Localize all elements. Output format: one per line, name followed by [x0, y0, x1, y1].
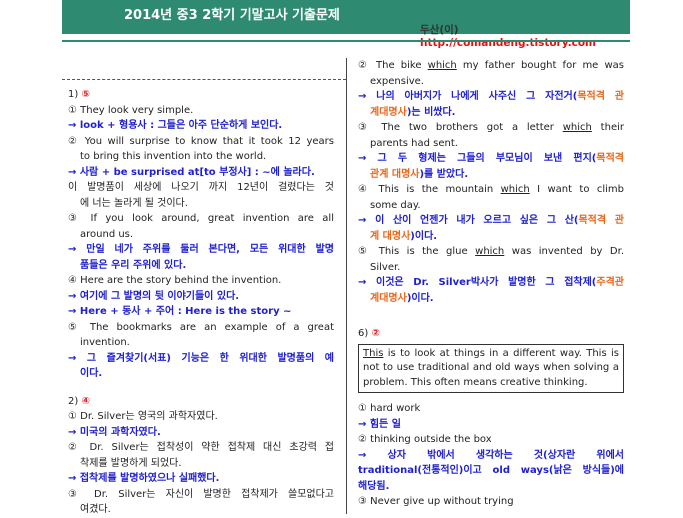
answer-mark: ④	[81, 395, 90, 407]
text-line: ④ Here are the story behind the inventio…	[68, 275, 282, 286]
blog-url[interactable]: http://comandeng.tistory.com	[420, 37, 596, 49]
option-line: ③ Never give up without trying	[358, 496, 514, 507]
explanation-line: 해당됨.	[358, 480, 390, 492]
explanation-line: → 힘든 일	[358, 418, 401, 430]
text-line: ④ This is the mountain which I want to c…	[358, 184, 624, 195]
section-divider	[62, 79, 346, 80]
explanation-line: traditional(전통적인)이고 old ways(낡은 방식들)에	[358, 465, 624, 476]
text-line: 착제를 발명하게 되었다.	[80, 457, 182, 469]
explanation-line: → 만일 네가 주위를 둘러 본다면, 모든 위대한 발명	[68, 244, 334, 255]
text-line: ③ The two brothers got a letter which th…	[358, 122, 624, 133]
text-line: ③ Dr. Silver는 자신이 발명한 접착제가 쓸모없다고	[68, 488, 334, 500]
answer-mark: ②	[371, 328, 380, 339]
answer-mark: ⑤	[81, 89, 90, 100]
passage-box: This is to look at things in a different…	[358, 343, 624, 393]
right-column: ② The bike which my father bought for me…	[358, 58, 624, 510]
explanation-line: → 그 두 형제는 그들의 부모님이 보낸 편지(목적격	[358, 153, 624, 164]
text-line: ② Dr. Silver는 접착성이 약한 접착제 대신 초강력 접	[68, 442, 334, 453]
text-line: 에 너는 놀라게 될 것이다.	[80, 197, 188, 209]
text-line: to bring this invention into the world.	[80, 151, 267, 162]
question-6-header: 6) ②	[358, 326, 624, 342]
author-name: 두산(이)	[420, 24, 459, 36]
explanation-line: → 그 즐겨찾기(서표) 기능은 한 위대한 발명품의 예	[68, 352, 334, 364]
header-divider	[62, 40, 630, 42]
explanation-line: → 이것은 Dr. Silver박사가 발명한 그 접착제(주격관	[358, 277, 624, 288]
text-line: invention.	[80, 337, 130, 348]
text-line: ③ If you look around, great invention ar…	[68, 213, 334, 224]
text-line: This is to look at things in a different…	[363, 347, 619, 359]
explanation-line: 품들은 우리 주위에 있다.	[80, 259, 187, 271]
text-line: not to use traditional and old ways when…	[363, 362, 619, 373]
explanation-line: → 이 산이 언젠가 내가 오르고 싶은 그 산(목적격 관	[358, 215, 624, 226]
question-number: 1)	[68, 89, 79, 100]
explanation-line: → 사람 + be surprised at[to 부정사] : ~에 놀라다.	[68, 166, 315, 178]
text-line: some day.	[370, 199, 421, 211]
text-line: parents had sent.	[370, 137, 458, 149]
text-line: ② The bike which my father bought for me…	[358, 60, 624, 71]
text-line: around us.	[80, 228, 134, 240]
question-number: 6)	[358, 328, 369, 339]
explanation-line: → Here + 동사 + 주어 : Here is the story ~	[68, 306, 292, 317]
option-line: ① hard work	[358, 403, 421, 414]
explanation-line: 이다.	[80, 368, 103, 379]
text-line: ⑤ This is the glue which was invented by…	[358, 246, 624, 257]
explanation-line: → 미국의 과학자였다.	[68, 426, 161, 438]
question-1-header: 1) ⑤	[68, 87, 334, 103]
explanation-line: 계대명사)이다.	[370, 292, 434, 304]
explanation-line: 관계 대명사)를 받았다.	[370, 168, 469, 180]
text-line: 여겼다.	[80, 504, 111, 515]
text-line: 이 발명품이 세상에 나오기 까지 12년이 걸렸다는 것	[68, 182, 334, 193]
option-line: ② thinking outside the box	[358, 434, 492, 445]
explanation-line: 계대명사)는 비쌌다.	[370, 106, 456, 118]
text-line: expensive.	[370, 75, 424, 87]
explanation-line: → 나의 아버지가 나에게 사주신 그 자전거(목적격 관	[358, 91, 624, 102]
explanation-line: 계 대명사)이다.	[370, 230, 438, 242]
text-line: ⑤ The bookmarks are an example of a grea…	[68, 321, 334, 333]
column-divider	[346, 58, 347, 514]
header-credit: 두산(이) http://comandeng.tistory.com	[420, 22, 630, 49]
question-2-header: 2) ④	[68, 394, 334, 410]
text-line: ① Dr. Silver는 영국의 과학자였다.	[68, 411, 218, 422]
left-column: 1) ⑤ ① They look very simple. → look + 형…	[68, 87, 334, 518]
text-line: Silver.	[370, 261, 401, 273]
text-line: ② You will surprise to know that it took…	[68, 135, 334, 147]
text-line: ① They look very simple.	[68, 104, 194, 116]
explanation-line: → look + 형용사 : 그들은 아주 단순하게 보인다.	[68, 120, 283, 131]
explanation-line: → 상자 밖에서 생각하는 것(상자란 위에서	[358, 449, 624, 461]
question-number: 2)	[68, 395, 79, 407]
explanation-line: → 여기에 그 발명의 뒷 이야기들이 있다.	[68, 290, 240, 302]
text-line: problem. This often means creative think…	[363, 376, 588, 388]
explanation-line: → 접착제를 발명하였으나 실패했다.	[68, 473, 220, 484]
